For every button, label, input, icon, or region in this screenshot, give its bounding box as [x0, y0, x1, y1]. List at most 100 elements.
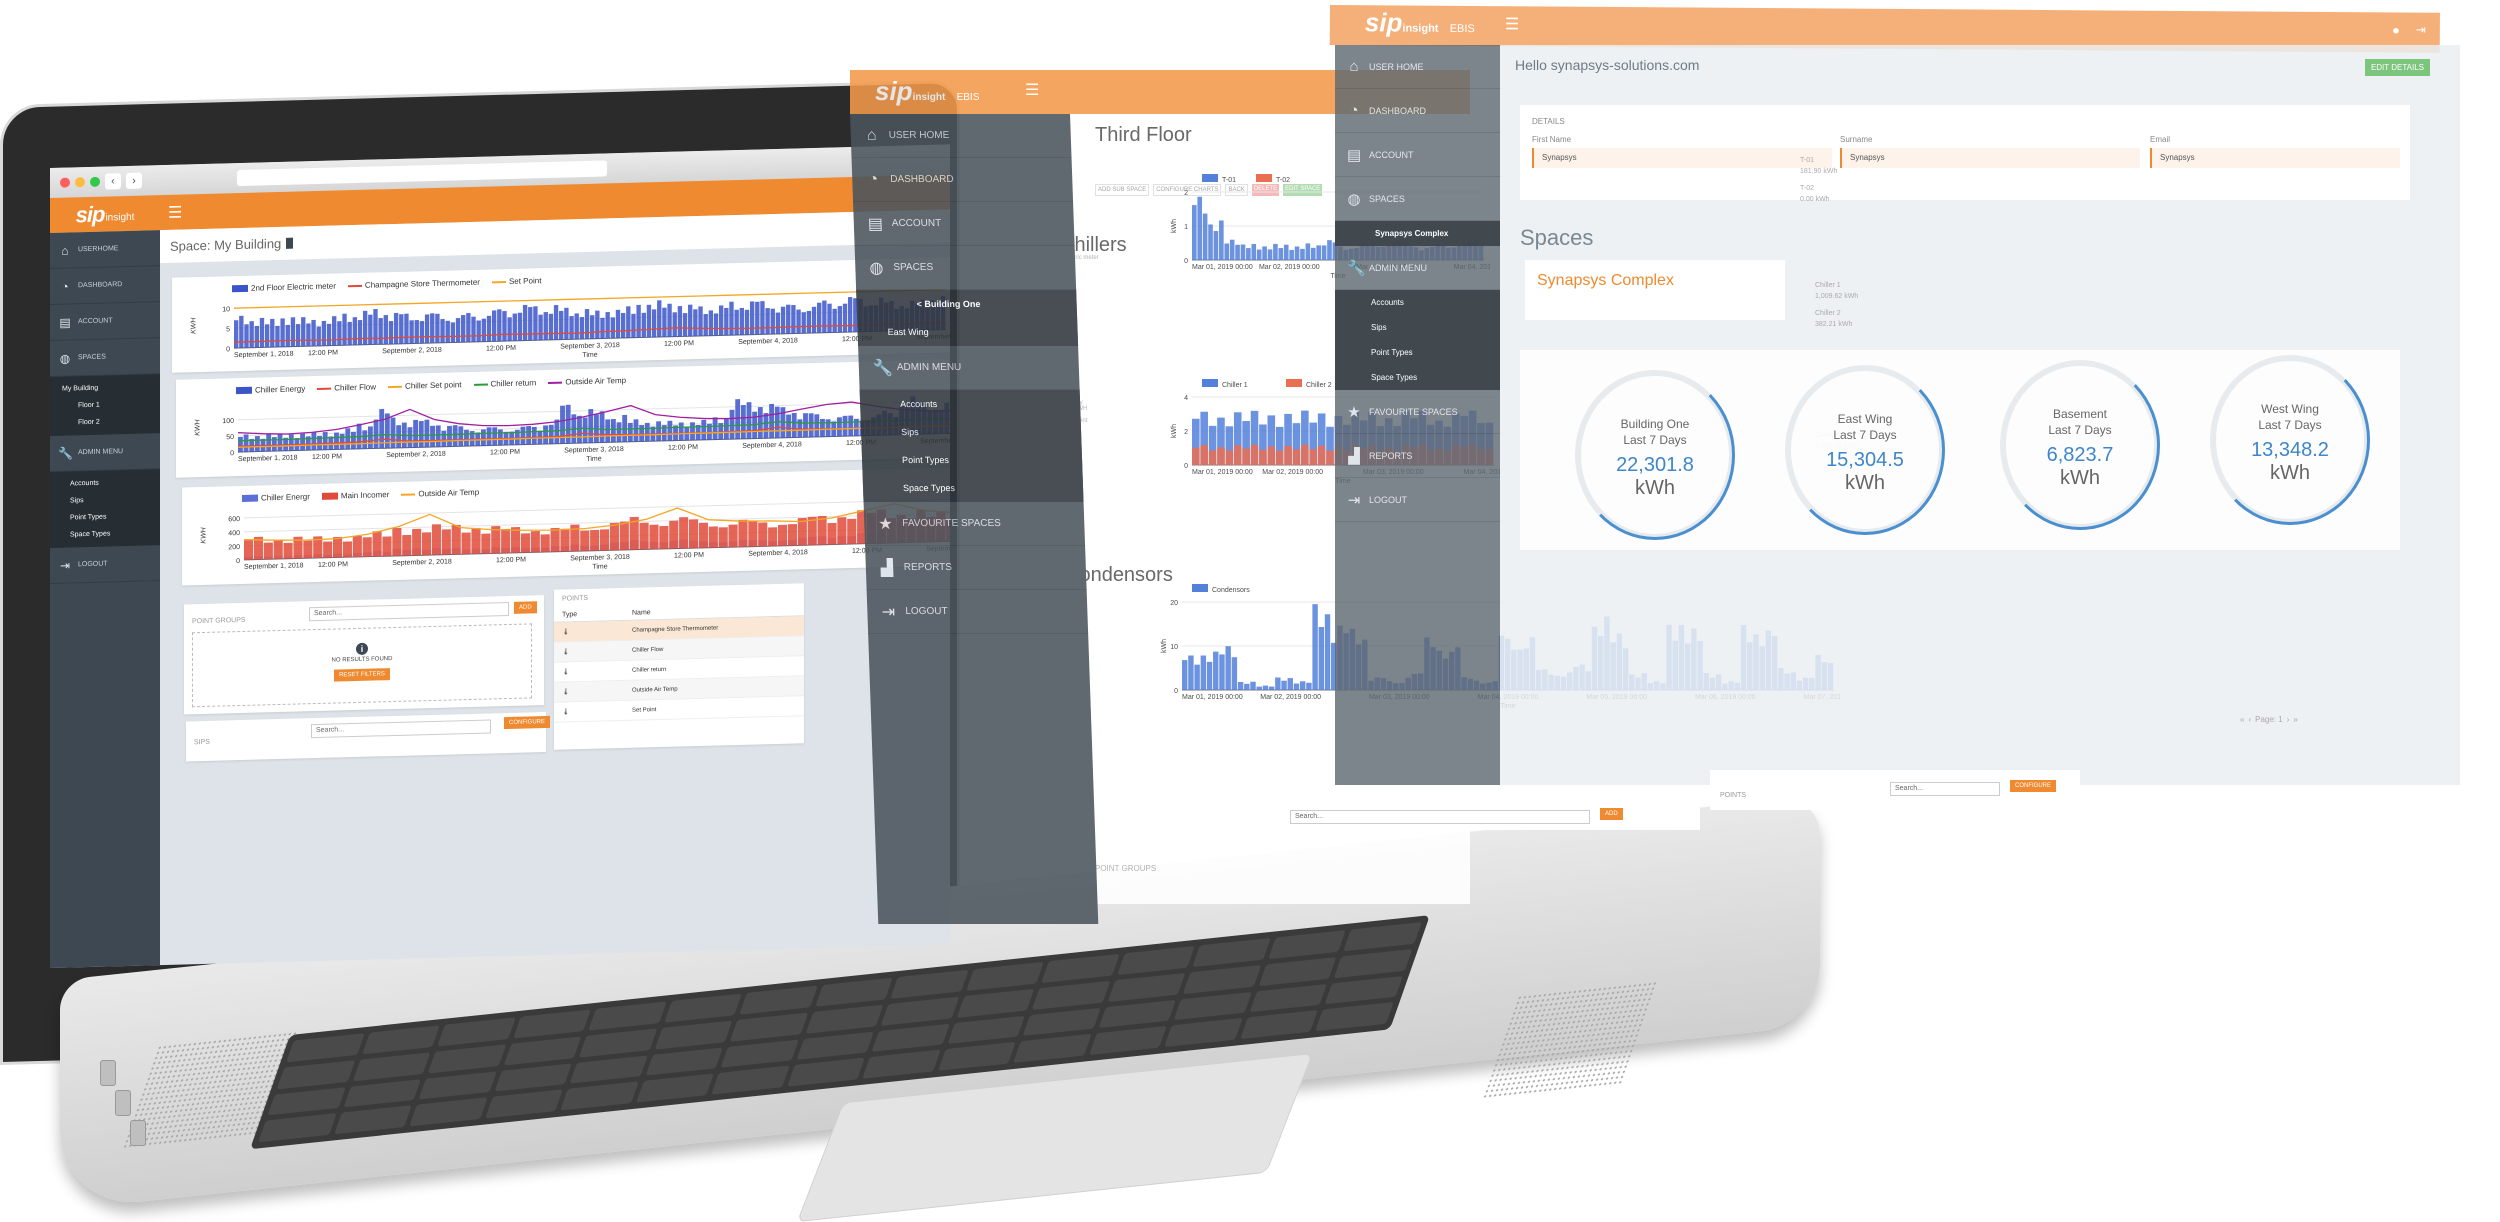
- close-window-button[interactable]: [60, 177, 70, 188]
- search-input[interactable]: Search...: [1290, 810, 1590, 824]
- keyboard-key[interactable]: [579, 1028, 658, 1058]
- keyboard-key[interactable]: [947, 1015, 1026, 1045]
- sidebar-item-reports[interactable]: ▟ REPORTS: [865, 546, 1087, 590]
- admin-link-accounts[interactable]: Accounts: [860, 390, 1081, 418]
- keyboard-key[interactable]: [881, 996, 960, 1026]
- prev-page-button[interactable]: ‹: [2248, 715, 2251, 724]
- hamburger-menu-icon[interactable]: ☰: [1505, 14, 1519, 34]
- keyboard-key[interactable]: [1117, 945, 1196, 975]
- legend-item[interactable]: Chiller Flow: [317, 382, 376, 393]
- keyboard-key[interactable]: [739, 985, 818, 1015]
- sidebar-item-dashboard[interactable]: ◔ DASHBOARD: [50, 266, 160, 305]
- sidebar-item-user-home[interactable]: ⌂ USER HOME: [850, 114, 1072, 158]
- admin-link-accounts[interactable]: Accounts: [1335, 290, 1500, 315]
- legend-item[interactable]: Chiller Set point: [388, 380, 462, 391]
- keyboard-key[interactable]: [862, 1049, 941, 1079]
- sidebar-item-account[interactable]: ▤ ACCOUNT: [1335, 133, 1500, 177]
- keyboard-key[interactable]: [437, 1017, 516, 1047]
- add-button[interactable]: ADD: [1600, 808, 1623, 820]
- sidebar-item-admin-menu[interactable]: 🔧 ADMIN MENU: [1335, 246, 1500, 290]
- keyboard-key[interactable]: [484, 1089, 563, 1119]
- next-page-button[interactable]: ›: [2287, 715, 2290, 724]
- keyboard-key[interactable]: [409, 1097, 488, 1127]
- keyboard-key[interactable]: [1098, 999, 1177, 1029]
- keyboard-key[interactable]: [890, 969, 969, 999]
- keyboard-key[interactable]: [1343, 922, 1422, 951]
- admin-link-sips[interactable]: Sips: [861, 418, 1082, 446]
- point-groups-search-input[interactable]: Search...: [309, 601, 509, 622]
- keyboard-key[interactable]: [267, 1086, 346, 1116]
- admin-link-point-types[interactable]: Point Types: [862, 446, 1083, 474]
- logo[interactable]: sipinsight EBIS: [875, 76, 979, 107]
- admin-link-space-types[interactable]: Space Types: [50, 524, 160, 544]
- keyboard-key[interactable]: [1192, 937, 1271, 967]
- sidebar-item-admin-menu[interactable]: 🔧 ADMIN MENU: [50, 433, 160, 472]
- keyboard-key[interactable]: [663, 993, 743, 1023]
- hamburger-menu-icon[interactable]: ☰: [1025, 80, 1039, 100]
- admin-link-point-types[interactable]: Point Types: [1335, 340, 1500, 365]
- keyboard-key[interactable]: [871, 1023, 950, 1053]
- legend-item[interactable]: Outside Air Temp: [548, 376, 626, 387]
- first-name-value[interactable]: Synapsys: [1532, 148, 1832, 168]
- keyboard-key[interactable]: [352, 1051, 431, 1081]
- legend-item[interactable]: Outside Air Temp: [401, 488, 479, 499]
- maximize-window-button[interactable]: [90, 176, 100, 187]
- keyboard-key[interactable]: [654, 1020, 733, 1050]
- sidebar-item-spaces[interactable]: ◍ SPACES: [854, 246, 1077, 290]
- keyboard-key[interactable]: [503, 1036, 582, 1066]
- keyboard-key[interactable]: [1013, 1034, 1092, 1063]
- keyboard-key[interactable]: [937, 1041, 1017, 1071]
- legend-item[interactable]: Chiller return: [473, 378, 536, 389]
- surname-value[interactable]: Synapsys: [1840, 148, 2140, 168]
- gauge-building-one[interactable]: Building One Last 7 Days 22,301.8 kWh: [1575, 370, 1735, 540]
- keyboard-key[interactable]: [1164, 1018, 1243, 1048]
- sidebar-item-favourite-spaces[interactable]: ★ FAVOURITE SPACES: [1335, 390, 1500, 434]
- keyboard-key[interactable]: [1022, 1007, 1101, 1037]
- keyboard-key[interactable]: [560, 1081, 639, 1111]
- keyboard-key[interactable]: [956, 988, 1035, 1018]
- keyboard-key[interactable]: [786, 1057, 865, 1087]
- keyboard-key[interactable]: [418, 1070, 497, 1100]
- keyboard-key[interactable]: [494, 1062, 573, 1092]
- gauge-basement[interactable]: Basement Last 7 Days 6,823.7 kWh: [2000, 360, 2160, 530]
- sidebar-item-dashboard[interactable]: ◔ DASHBOARD: [851, 158, 1074, 202]
- keyboard-key[interactable]: [1240, 1010, 1319, 1040]
- keyboard-key[interactable]: [258, 1113, 337, 1143]
- keyboard-key[interactable]: [569, 1054, 648, 1084]
- url-bar[interactable]: [237, 160, 607, 187]
- search-input[interactable]: Search...: [1890, 782, 2000, 796]
- keyboard-key[interactable]: [645, 1046, 724, 1076]
- legend-item[interactable]: Main Incomer: [321, 490, 389, 501]
- keyboard-key[interactable]: [276, 1059, 355, 1089]
- user-icon[interactable]: ●: [2392, 22, 2400, 37]
- space-link-floor-2[interactable]: Floor 2: [50, 412, 160, 432]
- sidebar-item-spaces[interactable]: ◍ SPACES: [50, 338, 160, 377]
- keyboard-key[interactable]: [1324, 975, 1404, 1005]
- legend-item[interactable]: 2nd Floor Electric meter: [232, 282, 336, 294]
- keyboard-key[interactable]: [427, 1044, 507, 1074]
- sidebar-item-account[interactable]: ▤ ACCOUNT: [853, 202, 1075, 246]
- keyboard-key[interactable]: [1268, 929, 1347, 959]
- keyboard-key[interactable]: [635, 1073, 714, 1103]
- keyboard-key[interactable]: [1107, 972, 1186, 1002]
- keyboard-key[interactable]: [730, 1012, 809, 1042]
- keyboard-key[interactable]: [333, 1105, 412, 1135]
- sidebar-item-logout[interactable]: ⇥ LOGOUT: [1335, 478, 1500, 522]
- reset-filters-button[interactable]: RESET FILTERS: [334, 668, 390, 682]
- sidebar-item-logout[interactable]: ⇥ LOGOUT: [866, 590, 1089, 634]
- keyboard-key[interactable]: [1173, 991, 1252, 1021]
- keyboard-key[interactable]: [1041, 953, 1120, 983]
- keyboard-key[interactable]: [361, 1025, 440, 1055]
- admin-link-sips[interactable]: Sips: [1335, 315, 1500, 340]
- keyboard-key[interactable]: [1258, 956, 1337, 986]
- legend-item[interactable]: Champagne Store Thermometer: [347, 278, 480, 290]
- gauge-east-wing[interactable]: East Wing Last 7 Days 15,304.5 kWh: [1785, 365, 1945, 535]
- add-sub-space-button[interactable]: ADD SUB SPACE: [1095, 184, 1150, 196]
- keyboard-key[interactable]: [1183, 964, 1262, 994]
- sips-search-input[interactable]: Search...: [311, 719, 491, 739]
- keyboard-key[interactable]: [966, 961, 1045, 991]
- keyboard-key[interactable]: [1032, 980, 1111, 1010]
- keyboard-key[interactable]: [1334, 948, 1413, 978]
- space-card[interactable]: Synapsys Complex: [1525, 260, 1785, 320]
- keyboard-key[interactable]: [711, 1065, 790, 1095]
